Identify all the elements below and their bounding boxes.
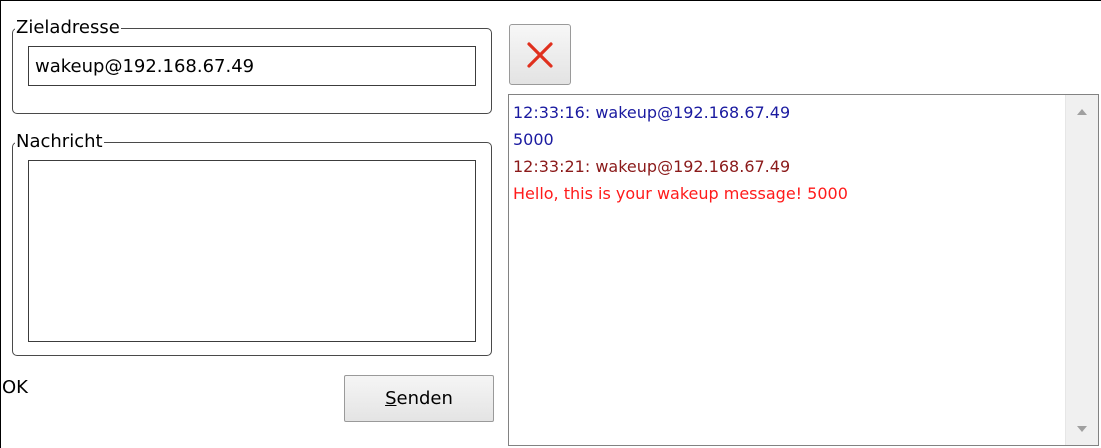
message-log[interactable]: 12:33:16: wakeup@192.168.67.49 5000 12:33:… — [508, 94, 1099, 446]
status-label: OK — [2, 377, 28, 398]
target-address-input[interactable] — [28, 46, 476, 86]
scroll-up-arrow-icon[interactable] — [1066, 95, 1098, 128]
message-input[interactable] — [28, 160, 476, 342]
log-line: 5000 — [513, 130, 554, 149]
send-button-accelerator: S — [385, 388, 397, 409]
target-address-legend: Zieladresse — [16, 17, 120, 38]
log-line: 12:33:21: wakeup@192.168.67.49 — [513, 157, 791, 176]
clear-log-button[interactable] — [509, 24, 571, 85]
send-button-label: enden — [396, 388, 453, 409]
log-line: Hello, this is your wakeup message! 5000 — [513, 184, 848, 203]
vertical-scrollbar[interactable] — [1065, 95, 1098, 445]
scroll-down-arrow-icon[interactable] — [1066, 412, 1098, 445]
message-log-content: 12:33:16: wakeup@192.168.67.49 5000 12:33:… — [513, 99, 1062, 207]
message-legend: Nachricht — [16, 131, 103, 152]
close-icon — [527, 41, 553, 68]
send-button[interactable]: Senden — [344, 375, 494, 422]
log-line: 12:33:16: wakeup@192.168.67.49 — [513, 103, 791, 122]
